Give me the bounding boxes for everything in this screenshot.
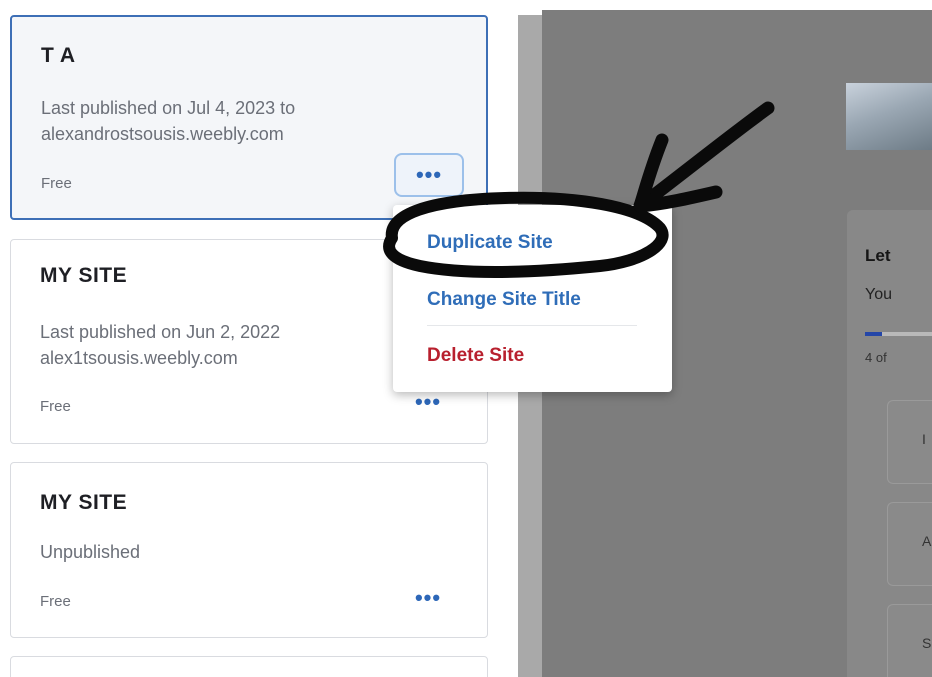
site-domain: alexandrostsousis.weebly.com [41, 124, 284, 144]
more-dots-icon: ••• [415, 162, 443, 187]
checklist-task[interactable]: A [887, 502, 932, 586]
site-publish-status: Last published on Jul 4, 2023 to [41, 98, 296, 118]
site-options-menu: Duplicate Site Change Site Title Delete … [393, 205, 672, 392]
task-label: S [922, 635, 932, 651]
site-card[interactable] [10, 656, 488, 677]
progress-bar [865, 332, 932, 336]
site-publish-status: Last published on Jun 2, 2022 [40, 322, 281, 342]
site-title: MY SITE [40, 264, 128, 287]
panel-subtext: You [865, 286, 892, 303]
menu-item-delete-site[interactable]: Delete Site [427, 345, 524, 367]
task-label: I [922, 431, 926, 447]
more-dots-icon: ••• [414, 585, 442, 610]
checklist-panel: Let You 4 of I A S [847, 210, 932, 677]
menu-item-change-site-title[interactable]: Change Site Title [427, 289, 581, 311]
site-card[interactable]: MY SITE Unpublished Free ••• [10, 462, 488, 638]
site-title: T A [41, 44, 76, 67]
site-title: MY SITE [40, 491, 128, 514]
site-card[interactable]: T A Last published on Jul 4, 2023 to ale… [10, 15, 488, 220]
more-dots-icon: ••• [414, 389, 442, 414]
site-plan: Free [40, 593, 71, 610]
site-more-button[interactable]: ••• [394, 153, 464, 197]
progress-bar-fill [865, 332, 882, 336]
checklist-task[interactable]: I [887, 400, 932, 484]
site-domain: alex1tsousis.weebly.com [40, 348, 238, 368]
panel-heading: Let [865, 246, 891, 265]
site-plan: Free [40, 398, 71, 415]
app-root: T A Last published on Jul 4, 2023 to ale… [0, 0, 932, 677]
menu-divider [427, 325, 637, 326]
menu-item-duplicate-site[interactable]: Duplicate Site [427, 232, 553, 254]
site-plan: Free [41, 175, 72, 192]
progress-count: 4 of [865, 350, 887, 365]
site-preview-image [846, 83, 932, 150]
checklist-task[interactable]: S [887, 604, 932, 677]
task-label: A [922, 533, 932, 549]
site-publish-status: Unpublished [40, 542, 141, 562]
site-more-button[interactable]: ••• [393, 576, 463, 620]
